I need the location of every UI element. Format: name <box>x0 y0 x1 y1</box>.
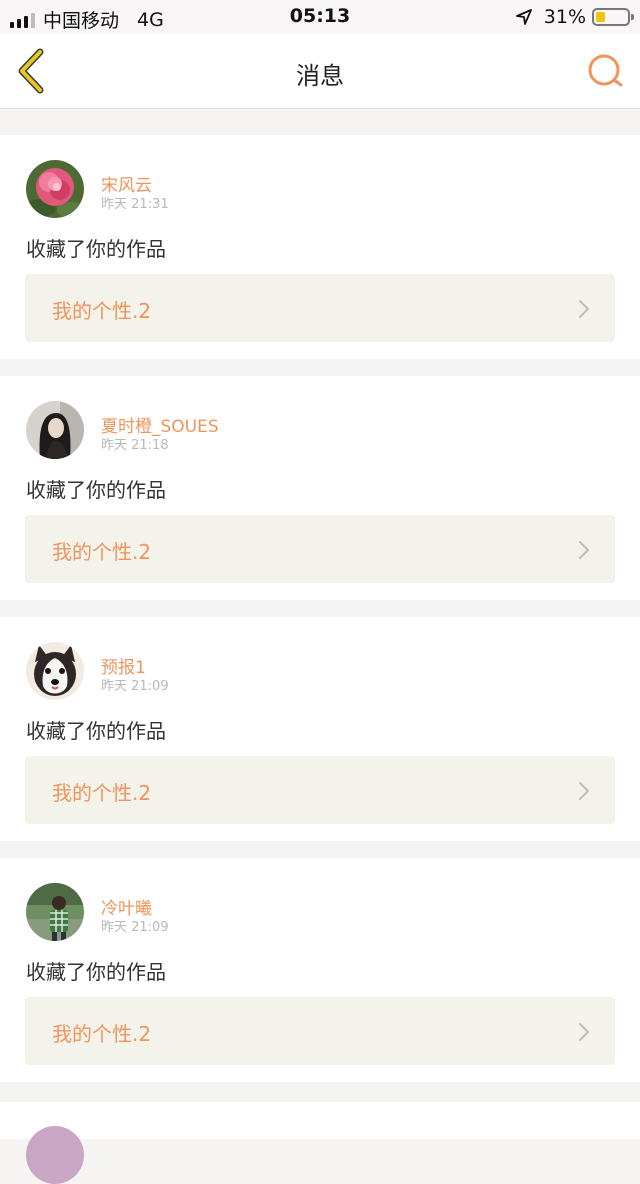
work-title: 我的个性.2 <box>52 781 152 805</box>
action-text: 收藏了你的作品 <box>26 719 166 743</box>
message-card: 冷叶曦 昨天 21:09 收藏了你的作品 我的个性.2 <box>0 858 640 1082</box>
work-title: 我的个性.2 <box>52 540 152 564</box>
search-button[interactable] <box>586 52 626 92</box>
battery-level-fill <box>596 12 605 22</box>
work-link[interactable]: 我的个性.2 <box>25 997 615 1065</box>
message-card: 夏时橙_SOUES 昨天 21:18 收藏了你的作品 我的个性.2 <box>0 376 640 600</box>
chevron-right-icon <box>579 782 589 800</box>
nav-bar: 消息 <box>0 34 640 109</box>
message-list: 宋风云 昨天 21:31 收藏了你的作品 我的个性.2 夏时橙_SOUES 昨天… <box>0 118 640 1082</box>
work-title: 我的个性.2 <box>52 299 152 323</box>
avatar[interactable] <box>26 642 84 700</box>
timestamp: 昨天 21:18 <box>101 438 169 453</box>
chevron-right-icon <box>579 1023 589 1041</box>
chevron-right-icon <box>579 300 589 318</box>
avatar[interactable] <box>26 1126 84 1184</box>
battery-percent: 31% <box>543 6 586 28</box>
location-arrow-icon <box>515 9 532 25</box>
timestamp: 昨天 21:31 <box>101 197 169 212</box>
avatar[interactable] <box>26 883 84 941</box>
battery-icon <box>592 8 634 26</box>
work-link[interactable]: 我的个性.2 <box>25 274 615 342</box>
girl-portrait-photo <box>26 401 84 459</box>
work-title: 我的个性.2 <box>52 1022 152 1046</box>
search-icon <box>588 54 623 87</box>
avatar[interactable] <box>26 160 84 218</box>
work-link[interactable]: 我的个性.2 <box>25 515 615 583</box>
action-text: 收藏了你的作品 <box>26 478 166 502</box>
work-link[interactable]: 我的个性.2 <box>25 756 615 824</box>
message-card-partial <box>0 1102 640 1184</box>
child-outdoor-photo <box>26 883 84 941</box>
status-bar: 中国移动 4G 05:13 31% <box>0 0 640 34</box>
timestamp: 昨天 21:09 <box>101 920 169 935</box>
timestamp: 昨天 21:09 <box>101 679 169 694</box>
chevron-right-icon <box>579 541 589 559</box>
peony-flower-photo <box>26 160 84 218</box>
husky-dog-photo <box>26 642 84 700</box>
action-text: 收藏了你的作品 <box>26 237 166 261</box>
page-title: 消息 <box>296 62 344 90</box>
message-card: 宋风云 昨天 21:31 收藏了你的作品 我的个性.2 <box>0 135 640 359</box>
action-text: 收藏了你的作品 <box>26 960 166 984</box>
message-card: 预报1 昨天 21:09 收藏了你的作品 我的个性.2 <box>0 617 640 841</box>
status-right: 31% <box>515 6 634 28</box>
avatar[interactable] <box>26 401 84 459</box>
